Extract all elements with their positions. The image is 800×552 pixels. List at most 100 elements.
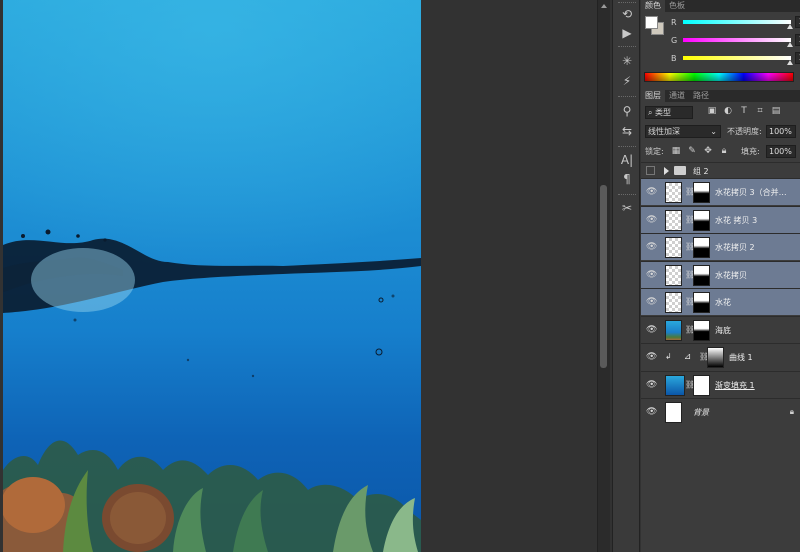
eye-icon[interactable]: 👁︎ xyxy=(646,352,657,362)
red-slider[interactable]: R 255 xyxy=(669,16,800,30)
layer-mask-thumbnail[interactable] xyxy=(693,237,710,258)
layer-row[interactable]: 👁︎ ⛓︎ 水花拷贝 xyxy=(641,260,800,288)
lock-fill-row: 锁定: ▦ ✎ ✥ 🔒︎ 填充: 100% xyxy=(641,142,800,162)
red-knob[interactable] xyxy=(787,24,793,29)
eye-icon[interactable]: 👁︎ xyxy=(646,325,657,335)
layer-mask-thumbnail[interactable] xyxy=(693,209,710,231)
tab-swatches[interactable]: 色板 xyxy=(665,0,689,12)
color-panel-tabs: 颜色 色板 xyxy=(641,0,800,12)
green-slider[interactable]: G 255 xyxy=(669,34,800,48)
brush-icon[interactable]: ⚡ xyxy=(617,72,637,90)
link-chain-icon[interactable]: ⛓︎ xyxy=(685,215,695,225)
vertical-scrollbar[interactable] xyxy=(597,0,610,552)
link-chain-icon[interactable]: ⛓︎ xyxy=(685,325,695,335)
layer-row[interactable]: 👁︎ 背景 🔒︎ xyxy=(641,398,800,425)
link-chain-icon[interactable]: ⛓︎ xyxy=(685,242,695,252)
layer-thumbnail[interactable] xyxy=(665,182,682,203)
tab-channels[interactable]: 通道 xyxy=(665,90,689,102)
scroll-thumb[interactable] xyxy=(600,185,607,368)
blue-knob[interactable] xyxy=(787,60,793,65)
paragraph-icon[interactable]: ¶ xyxy=(617,170,637,188)
lock-transparency-icon[interactable]: ▦ xyxy=(671,145,681,157)
group-visibility-toggle[interactable] xyxy=(646,166,655,175)
fill-field[interactable]: 100% xyxy=(766,145,796,158)
layer-mask-thumbnail[interactable] xyxy=(693,319,710,341)
eye-icon[interactable]: 👁︎ xyxy=(646,297,657,307)
layer-thumbnail[interactable] xyxy=(665,237,682,258)
link-chain-icon[interactable]: ⛓︎ xyxy=(685,380,695,390)
separator xyxy=(618,2,636,3)
layer-mask-thumbnail[interactable] xyxy=(693,292,710,313)
adjust-icon[interactable]: ⇆ xyxy=(617,122,637,140)
layer-mask-thumbnail[interactable] xyxy=(693,374,710,396)
adjustment-filter-icon[interactable]: ◐ xyxy=(723,105,733,117)
color-panel: 颜色 色板 R 255 G 255 B 255 xyxy=(641,0,800,88)
blue-label: B xyxy=(671,54,677,63)
eye-icon[interactable]: 👁︎ xyxy=(646,407,657,417)
layer-mask-thumbnail[interactable] xyxy=(693,264,710,286)
separator xyxy=(618,194,636,195)
eye-icon[interactable]: 👁︎ xyxy=(646,187,657,197)
layer-filter-select[interactable]: ⌕ 类型 xyxy=(645,106,693,119)
layer-row[interactable]: 👁︎ ⛓︎ 水花 xyxy=(641,288,800,315)
document-canvas-area[interactable] xyxy=(0,0,612,552)
tab-paths[interactable]: 路径 xyxy=(689,90,713,102)
layer-thumbnail[interactable] xyxy=(665,402,682,423)
blue-value-field[interactable]: 255 xyxy=(795,52,800,64)
red-value-field[interactable]: 255 xyxy=(795,16,800,28)
layer-thumbnail[interactable] xyxy=(665,209,682,231)
color-spectrum-bar[interactable] xyxy=(644,72,794,82)
layer-name: 水花拷贝 3（合并… xyxy=(715,188,787,197)
tab-layers[interactable]: 图层 xyxy=(641,90,665,102)
tools-preset-icon[interactable]: ✂ xyxy=(617,199,637,217)
lock-pixels-icon[interactable]: ✎ xyxy=(687,145,697,157)
smart-object-filter-icon[interactable]: ▤ xyxy=(771,105,781,117)
pixel-filter-icon[interactable]: ▣ xyxy=(707,105,717,117)
layer-group-row[interactable]: 组 2 xyxy=(641,162,800,178)
eye-icon[interactable]: 👁︎ xyxy=(646,242,657,252)
lock-position-icon[interactable]: ✥ xyxy=(703,145,713,157)
layer-row[interactable]: 👁︎ ⛓︎ 水花拷贝 3（合并… xyxy=(641,178,800,205)
foreground-color-swatch[interactable] xyxy=(645,16,658,29)
link-chain-icon[interactable]: ⛓︎ xyxy=(685,187,695,197)
layer-mask-thumbnail[interactable] xyxy=(707,347,724,368)
layer-row[interactable]: 👁︎ ↲ ⊿ ⛓︎ 曲线 1 xyxy=(641,343,800,370)
layer-thumbnail[interactable] xyxy=(665,264,682,286)
green-knob[interactable] xyxy=(787,42,793,47)
shape-filter-icon[interactable]: ⌗ xyxy=(755,105,765,117)
eye-icon[interactable]: 👁︎ xyxy=(646,270,657,280)
brush-preset-icon[interactable]: ✳ xyxy=(617,52,637,70)
layer-row[interactable]: 👁︎ ⛓︎ 水花 拷贝 3 xyxy=(641,205,800,233)
history-icon[interactable]: ⟲ xyxy=(617,5,637,23)
artwork-canvas[interactable] xyxy=(3,0,421,552)
layer-row[interactable]: 👁︎ ⛓︎ 海底 xyxy=(641,315,800,343)
layer-row[interactable]: 👁︎ ⛓︎ 水花拷贝 2 xyxy=(641,233,800,260)
eye-icon[interactable]: 👁︎ xyxy=(646,215,657,225)
lock-all-icon[interactable]: 🔒︎ xyxy=(719,145,729,157)
eye-icon[interactable]: 👁︎ xyxy=(646,380,657,390)
expand-triangle-icon[interactable] xyxy=(664,167,669,175)
layer-mask-thumbnail[interactable] xyxy=(693,182,710,203)
scroll-up-arrow-icon[interactable] xyxy=(601,4,607,8)
layer-row[interactable]: 👁︎ ⛓︎ 渐变填充 1 xyxy=(641,370,800,398)
green-value-field[interactable]: 255 xyxy=(795,34,800,46)
blend-mode-select[interactable]: 线性加深 ⌄ xyxy=(645,125,721,138)
blue-slider[interactable]: B 255 xyxy=(669,52,800,66)
link-chain-icon[interactable]: ⛓︎ xyxy=(699,352,709,362)
layer-thumbnail[interactable] xyxy=(665,374,685,396)
green-track[interactable] xyxy=(683,38,791,42)
type-filter-icon[interactable]: T xyxy=(739,105,749,117)
clone-source-icon[interactable]: ⚲ xyxy=(617,102,637,120)
blue-track[interactable] xyxy=(683,56,791,60)
character-icon[interactable]: A| xyxy=(617,151,637,169)
tab-color[interactable]: 颜色 xyxy=(641,0,665,12)
link-chain-icon[interactable]: ⛓︎ xyxy=(685,297,695,307)
lock-label: 锁定: xyxy=(645,147,664,156)
layer-thumbnail[interactable]: ⊿ xyxy=(679,347,696,368)
play-icon[interactable]: ▶ xyxy=(617,24,637,42)
layer-thumbnail[interactable] xyxy=(665,292,682,313)
opacity-field[interactable]: 100% xyxy=(766,125,796,138)
red-track[interactable] xyxy=(683,20,791,24)
layer-thumbnail[interactable] xyxy=(665,319,682,341)
link-chain-icon[interactable]: ⛓︎ xyxy=(685,270,695,280)
